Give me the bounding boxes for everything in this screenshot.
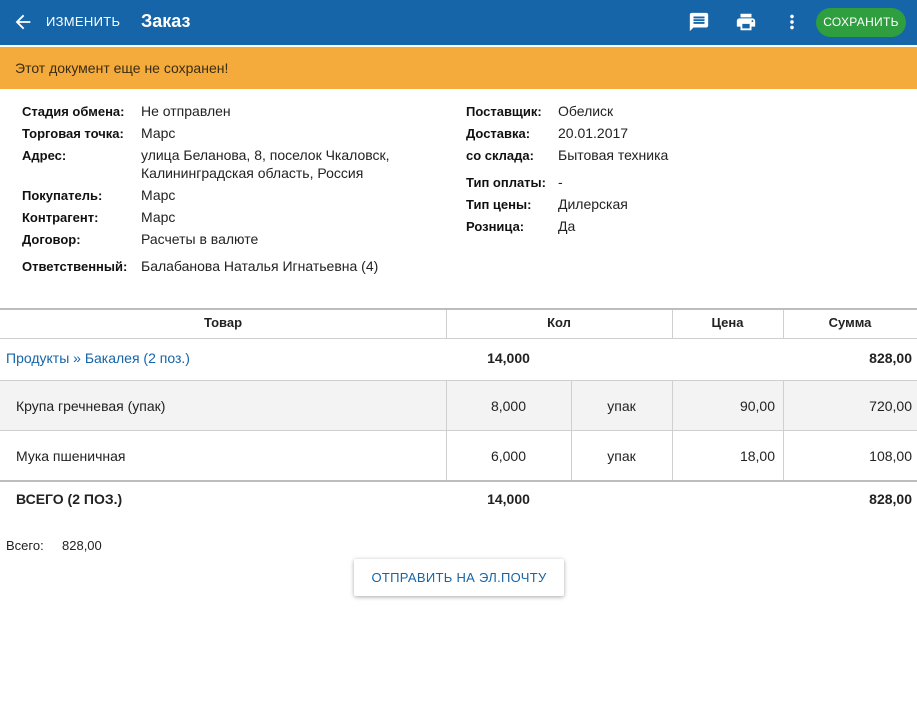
retail-value: Да (558, 218, 576, 234)
item-price: 90,00 (739, 398, 775, 414)
more-vert-icon[interactable] (781, 11, 803, 33)
outlet-value: Марс (141, 125, 176, 141)
item-name: Мука пшеничная (16, 448, 126, 464)
arrow-back-icon[interactable] (12, 11, 34, 33)
column-header-product[interactable]: Товар (0, 315, 446, 330)
summary-value: 828,00 (62, 538, 102, 553)
item-name: Крупа гречневая (упак) (16, 398, 166, 414)
row-divider (0, 430, 917, 431)
stage-label: Стадия обмена: (22, 104, 125, 119)
price-type-value: Дилерская (558, 196, 628, 212)
item-qty: 6,000 (490, 448, 527, 464)
print-icon[interactable] (735, 11, 757, 33)
column-header-sum[interactable]: Сумма (783, 315, 917, 330)
responsible-label: Ответственный: (22, 259, 128, 274)
col-divider (446, 381, 447, 480)
table-top-border (0, 308, 917, 310)
address-line1: улица Беланова, 8, поселок Чкаловск, (141, 147, 390, 163)
price-type-label: Тип цены: (466, 197, 532, 212)
total-qty: 14,000 (487, 491, 530, 507)
total-divider (0, 480, 917, 482)
col-divider (783, 381, 784, 480)
total-label: ВСЕГО (2 ПОЗ.) (16, 491, 123, 507)
stage-value: Не отправлен (141, 103, 231, 119)
send-email-button[interactable]: ОТПРАВИТЬ НА ЭЛ.ПОЧТУ (354, 559, 564, 596)
counterparty-label: Контрагент: (22, 210, 99, 225)
address-label: Адрес: (22, 148, 67, 163)
group-sum: 828,00 (869, 350, 912, 366)
app-bar: ИЗМЕНИТЬ Заказ СОХРАНИТЬ (0, 0, 917, 45)
item-price: 18,00 (739, 448, 775, 464)
item-qty: 8,000 (490, 398, 527, 414)
outlet-label: Торговая точка: (22, 126, 124, 141)
summary-label: Всего: (6, 538, 44, 553)
payment-type-value: - (558, 174, 563, 190)
delivery-label: Доставка: (466, 126, 531, 141)
delivery-value: 20.01.2017 (558, 125, 629, 141)
contract-value: Расчеты в валюте (141, 231, 259, 247)
payment-type-label: Тип оплаты: (466, 175, 546, 190)
group-qty: 14,000 (487, 350, 530, 366)
header-divider (0, 338, 917, 339)
col-divider (571, 381, 572, 480)
item-unit: упак (607, 398, 636, 414)
address-line2: Калининградская область, Россия (141, 165, 364, 181)
item-unit: упак (607, 448, 636, 464)
warehouse-value: Бытовая техника (558, 147, 669, 163)
item-sum: 720,00 (869, 398, 912, 414)
edit-button[interactable]: ИЗМЕНИТЬ (46, 14, 120, 29)
total-sum: 828,00 (869, 491, 912, 507)
warehouse-label: со склада: (466, 148, 534, 163)
item-sum: 108,00 (869, 448, 912, 464)
group-name-link[interactable]: Продукты » Бакалея (2 поз.) (6, 350, 190, 366)
col-divider (672, 381, 673, 480)
responsible-value: Балабанова Наталья Игнатьевна (4) (141, 258, 379, 274)
supplier-label: Поставщик: (466, 104, 542, 119)
counterparty-value: Марс (141, 209, 176, 225)
save-button[interactable]: СОХРАНИТЬ (816, 8, 906, 37)
contract-label: Договор: (22, 232, 81, 247)
page-title: Заказ (141, 11, 191, 31)
supplier-value: Обелиск (558, 103, 614, 119)
column-header-price[interactable]: Цена (672, 315, 783, 330)
buyer-value: Марс (141, 187, 176, 203)
column-header-qty[interactable]: Кол (446, 315, 672, 330)
buyer-label: Покупатель: (22, 188, 103, 203)
unsaved-warning-banner: Этот документ еще не сохранен! (0, 47, 917, 89)
comment-icon[interactable] (688, 11, 710, 33)
retail-label: Розница: (466, 219, 525, 234)
row-divider (0, 380, 917, 381)
